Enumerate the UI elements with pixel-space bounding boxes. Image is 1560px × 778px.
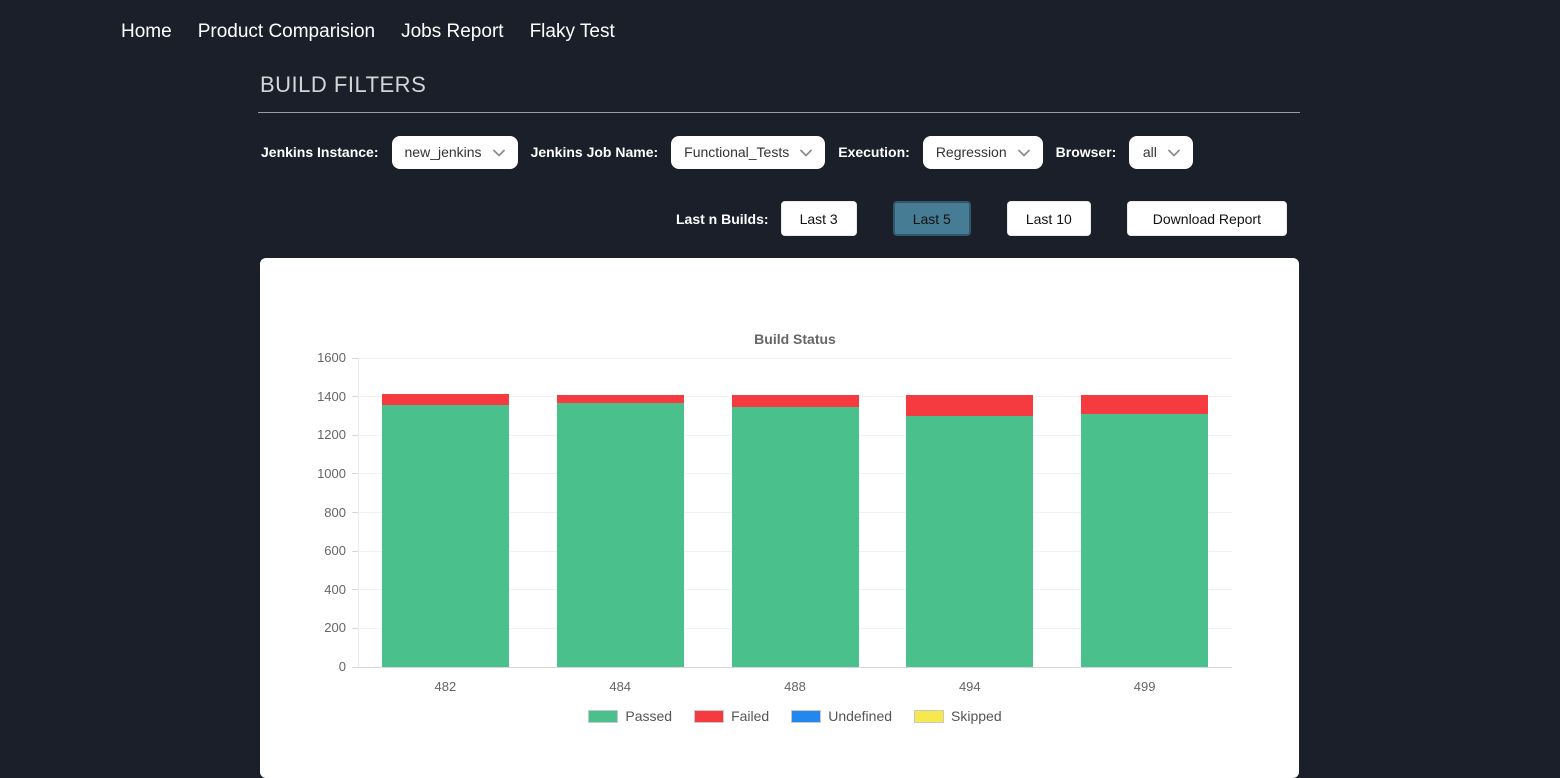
x-axis-label: 484 bbox=[533, 679, 708, 694]
build-filters-title: BUILD FILTERS bbox=[260, 72, 426, 98]
x-axis-label: 494 bbox=[882, 679, 1057, 694]
bar-segment-passed[interactable] bbox=[1081, 414, 1208, 667]
x-axis-label: 488 bbox=[708, 679, 883, 694]
legend-swatch-passed bbox=[588, 710, 618, 723]
jenkins-instance-select[interactable]: new_jenkins bbox=[392, 136, 518, 169]
bar-segment-failed[interactable] bbox=[382, 394, 509, 405]
chevron-down-icon bbox=[493, 144, 505, 160]
legend-item-failed[interactable]: Failed bbox=[694, 708, 769, 724]
legend-item-passed[interactable]: Passed bbox=[588, 708, 672, 724]
y-axis-tick bbox=[352, 628, 358, 629]
bar-segment-passed[interactable] bbox=[732, 407, 859, 667]
legend-label: Passed bbox=[625, 708, 672, 724]
builds-row: Last n Builds: Last 3 Last 5 Last 10 Dow… bbox=[676, 201, 1287, 236]
bar-segment-failed[interactable] bbox=[1081, 395, 1208, 413]
download-report-button[interactable]: Download Report bbox=[1127, 201, 1287, 236]
legend-label: Skipped bbox=[951, 708, 1002, 724]
chevron-down-icon bbox=[800, 144, 812, 160]
y-axis-tick bbox=[352, 358, 358, 359]
jenkins-job-name-group: Jenkins Job Name: Functional_Tests bbox=[531, 136, 826, 169]
execution-label: Execution: bbox=[838, 144, 910, 160]
bar-segment-failed[interactable] bbox=[557, 395, 684, 403]
last-n-builds-label: Last n Builds: bbox=[676, 211, 769, 227]
execution-group: Execution: Regression bbox=[838, 136, 1042, 169]
filter-row: Jenkins Instance: new_jenkins Jenkins Jo… bbox=[261, 135, 1206, 169]
y-axis-tick bbox=[352, 396, 358, 397]
gridline bbox=[358, 358, 1232, 359]
bar-segment-passed[interactable] bbox=[557, 403, 684, 667]
chevron-down-icon bbox=[1018, 144, 1030, 160]
y-axis-tick bbox=[352, 589, 358, 590]
browser-select[interactable]: all bbox=[1129, 136, 1193, 169]
chart-legend: Passed Failed Undefined Skipped bbox=[358, 708, 1232, 724]
y-axis-label: 1200 bbox=[292, 427, 346, 442]
y-axis-label: 0 bbox=[292, 659, 346, 674]
jenkins-job-name-value: Functional_Tests bbox=[684, 144, 789, 160]
browser-value: all bbox=[1143, 144, 1157, 160]
jenkins-job-name-select[interactable]: Functional_Tests bbox=[671, 136, 825, 169]
jenkins-instance-label: Jenkins Instance: bbox=[261, 144, 379, 160]
section-divider bbox=[258, 112, 1300, 113]
legend-label: Undefined bbox=[828, 708, 892, 724]
y-axis-label: 600 bbox=[292, 543, 346, 558]
execution-value: Regression bbox=[936, 144, 1007, 160]
y-axis-tick bbox=[352, 512, 358, 513]
last-5-button[interactable]: Last 5 bbox=[893, 201, 971, 236]
legend-swatch-failed bbox=[694, 710, 724, 723]
legend-swatch-skipped bbox=[914, 710, 944, 723]
build-status-chart: 0200400600800100012001400160048248448849… bbox=[358, 358, 1232, 667]
y-axis-label: 1000 bbox=[292, 466, 346, 481]
nav-item-home[interactable]: Home bbox=[121, 21, 172, 43]
bar-segment-passed[interactable] bbox=[382, 405, 509, 667]
browser-label: Browser: bbox=[1056, 144, 1117, 160]
y-axis-label: 200 bbox=[292, 620, 346, 635]
y-axis-label: 1400 bbox=[292, 389, 346, 404]
x-axis-label: 499 bbox=[1057, 679, 1232, 694]
bar-segment-failed[interactable] bbox=[732, 395, 859, 407]
execution-select[interactable]: Regression bbox=[923, 136, 1043, 169]
y-axis-tick bbox=[352, 667, 358, 668]
nav-item-product-comparision[interactable]: Product Comparision bbox=[198, 21, 375, 43]
y-axis-tick bbox=[352, 435, 358, 436]
chevron-down-icon bbox=[1168, 144, 1180, 160]
top-nav: Home Product Comparision Jobs Report Fla… bbox=[121, 21, 615, 43]
y-axis-tick bbox=[352, 473, 358, 474]
jenkins-job-name-label: Jenkins Job Name: bbox=[531, 144, 659, 160]
last-3-button[interactable]: Last 3 bbox=[781, 201, 857, 236]
y-axis-label: 800 bbox=[292, 505, 346, 520]
nav-item-jobs-report[interactable]: Jobs Report bbox=[401, 21, 503, 43]
page: Home Product Comparision Jobs Report Fla… bbox=[0, 0, 1560, 746]
legend-swatch-undefined bbox=[791, 710, 821, 723]
nav-item-flaky-test[interactable]: Flaky Test bbox=[530, 21, 615, 43]
x-axis-label: 482 bbox=[358, 679, 533, 694]
y-axis-tick bbox=[352, 551, 358, 552]
y-axis-label: 1600 bbox=[292, 350, 346, 365]
bar-segment-passed[interactable] bbox=[906, 416, 1033, 667]
browser-group: Browser: all bbox=[1056, 136, 1194, 169]
chart-card: Build Status 020040060080010001200140016… bbox=[260, 258, 1299, 778]
jenkins-instance-group: Jenkins Instance: new_jenkins bbox=[261, 136, 518, 169]
y-axis-label: 400 bbox=[292, 582, 346, 597]
last-10-button[interactable]: Last 10 bbox=[1007, 201, 1091, 236]
legend-label: Failed bbox=[731, 708, 769, 724]
jenkins-instance-value: new_jenkins bbox=[405, 144, 482, 160]
legend-item-undefined[interactable]: Undefined bbox=[791, 708, 892, 724]
chart-title: Build Status bbox=[358, 331, 1232, 347]
legend-item-skipped[interactable]: Skipped bbox=[914, 708, 1002, 724]
bar-segment-failed[interactable] bbox=[906, 395, 1033, 416]
